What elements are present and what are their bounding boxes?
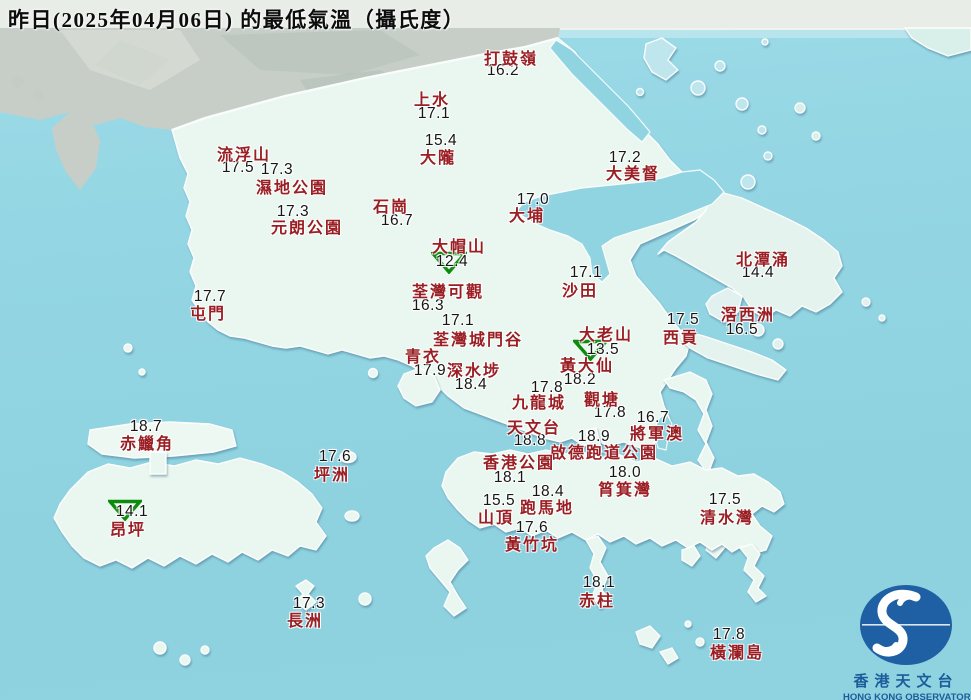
ninepin-island: [878, 314, 886, 322]
station-name-label: 香港公園: [482, 455, 556, 472]
hko-logo: 香港天文台 HONG KONG OBSERVATORY: [843, 582, 971, 700]
station-name-label: 荃灣城門谷: [432, 332, 524, 349]
ma-wan-island: [367, 367, 379, 379]
soko-island: [153, 641, 167, 655]
station-name-label: 北潭涌: [735, 252, 791, 269]
hko-logo-icon: [860, 585, 952, 665]
station-name-label: 山頂: [477, 510, 515, 527]
station-name-label: 大隴: [419, 150, 457, 167]
port-island: [763, 151, 773, 161]
station-name-label: 黃大仙: [559, 358, 615, 375]
weather-map-page: 昨日(2025年04月06日) 的最低氣溫（攝氏度） 16.2 打鼓嶺 17.1 上水…: [0, 0, 971, 700]
small-island: [757, 125, 767, 135]
station-name-label: 大埔: [508, 208, 546, 225]
station-name-label: 上水: [413, 92, 451, 109]
station-name-label: 赤鱲角: [119, 436, 175, 453]
station-name-label: 滘西洲: [720, 307, 776, 324]
station-name-label: 石崗: [372, 199, 410, 216]
station-name-label: 大帽山: [431, 239, 487, 256]
station-name-label: 大美督: [605, 166, 661, 183]
station-name-label: 觀塘: [583, 392, 621, 409]
station-name-label: 西貢: [662, 330, 700, 347]
tung-lung-island: [681, 545, 701, 567]
small-island: [684, 620, 692, 628]
po-toi-island: [635, 625, 661, 649]
station-name-label: 大老山: [578, 327, 634, 344]
shek-kwu-chau-island: [358, 592, 372, 606]
station-name-label: 橫瀾島: [709, 645, 765, 662]
lung-kwu-chau-island: [123, 343, 133, 353]
ninepin-island: [861, 297, 871, 307]
station-name-label: 打鼓嶺: [483, 51, 539, 68]
shek-o-peninsula: [739, 543, 767, 603]
hko-logo-chinese: 香港天文台: [853, 674, 959, 690]
station-name-label: 沙田: [561, 283, 599, 300]
small-island: [714, 60, 726, 72]
station-name-label: 九龍城: [511, 395, 567, 412]
station-name-label: 深水埗: [446, 363, 502, 380]
hei-ling-chau-island: [344, 510, 360, 522]
station-name-label: 黃竹坑: [504, 537, 560, 554]
station-name-label: 坪洲: [313, 467, 351, 484]
lantau-island: [53, 457, 327, 569]
hong-kong-map: [0, 0, 971, 666]
station-name-label: 赤柱: [578, 593, 616, 610]
station-name-label: 清水灣: [699, 510, 755, 527]
tap-mun-island: [740, 174, 756, 190]
station-name-label: 跑馬地: [519, 500, 575, 517]
small-island: [772, 338, 784, 350]
waglan-island: [695, 637, 705, 647]
lamma-island: [425, 539, 469, 617]
crooked-island: [690, 80, 706, 96]
small-island: [761, 38, 769, 46]
kat-o-island: [643, 37, 679, 81]
ap-chau-island: [635, 87, 645, 97]
small-island: [735, 97, 749, 111]
station-name-label: 長洲: [286, 613, 324, 630]
station-name-label: 天文台: [506, 420, 562, 437]
dapeng-coast: [904, 27, 971, 57]
lantau-link: [149, 451, 167, 475]
soko-island: [179, 654, 191, 666]
po-toi-island: [659, 647, 679, 665]
small-island: [811, 131, 821, 141]
sha-chau-island: [138, 368, 146, 376]
hko-logo-english: HONG KONG OBSERVATORY: [843, 692, 971, 700]
small-island: [794, 102, 806, 114]
page-title: 昨日(2025年04月06日) 的最低氣溫（攝氏度）: [8, 8, 466, 32]
station-name-label: 啟德跑道公園: [549, 445, 659, 462]
station-name-label: 筲箕灣: [597, 482, 653, 499]
soko-island: [200, 645, 210, 655]
station-name-label: 昂坪: [109, 522, 147, 539]
station-name-label: 元朗公園: [270, 220, 344, 237]
station-name-label: 屯門: [189, 306, 227, 323]
station-name-label: 荃灣可觀: [411, 284, 485, 301]
station-name-label: 青衣: [404, 349, 442, 366]
station-name-label: 濕地公園: [255, 180, 329, 197]
